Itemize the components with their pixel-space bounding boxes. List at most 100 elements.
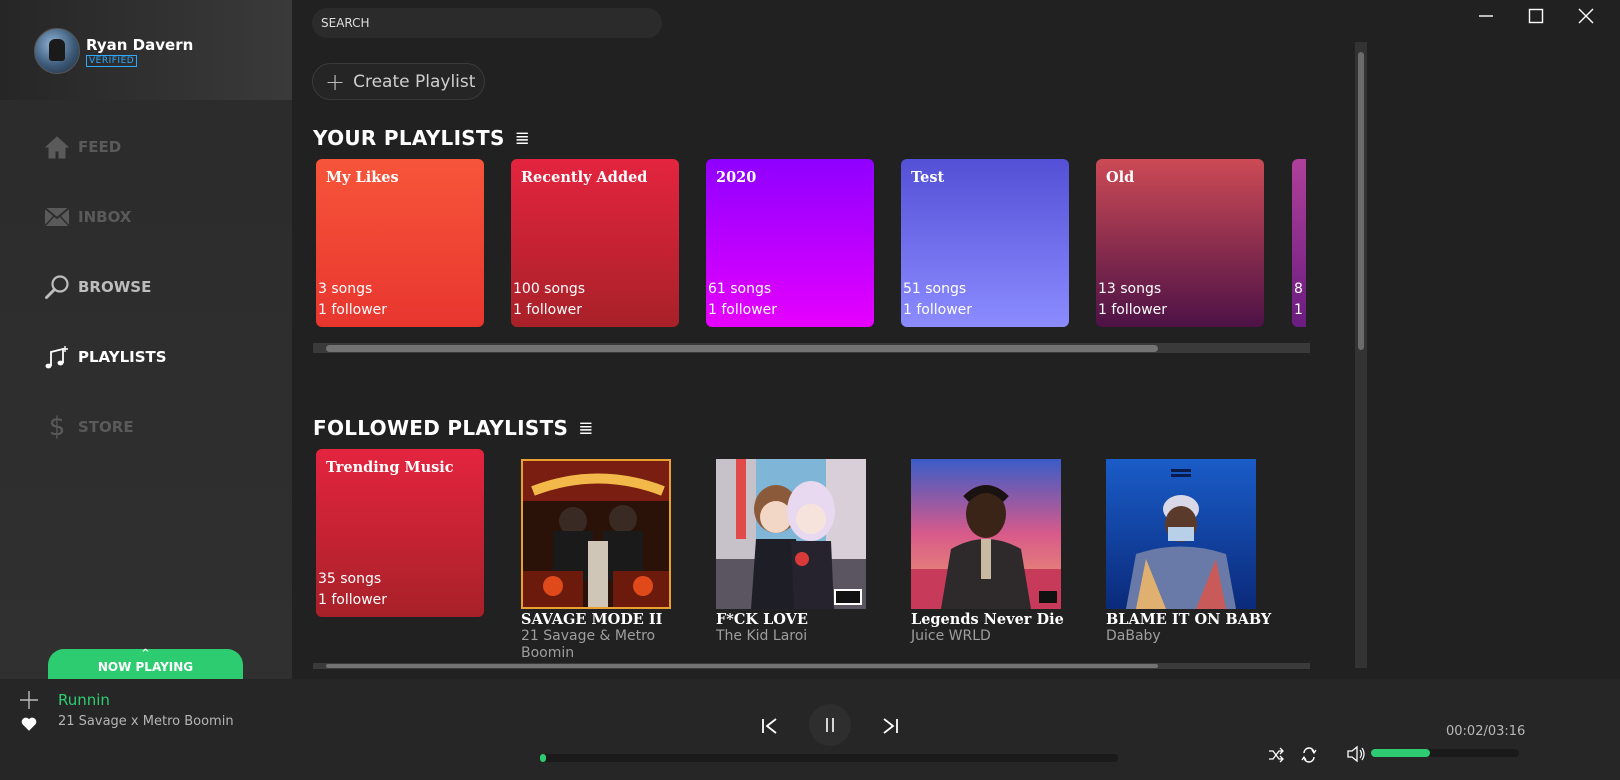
sidebar: Ryan Davern VERIFIED FEED INBOX BROWSE P…: [0, 0, 292, 679]
album-art-savage-mode-ii[interactable]: [521, 459, 671, 609]
home-icon: [44, 134, 70, 160]
create-playlist-label: Create Playlist: [353, 71, 476, 92]
album-title[interactable]: SAVAGE MODE II: [521, 611, 662, 628]
partial-playlist-card[interactable]: 8 1: [1292, 159, 1306, 327]
repeat-icon: [1301, 747, 1317, 763]
add-to-playlist-button[interactable]: [18, 689, 40, 711]
playlist-followers: 1 follower: [318, 592, 388, 608]
section-title-text: FOLLOWED PLAYLISTS: [313, 416, 569, 440]
horizontal-scrollbar[interactable]: [313, 343, 1310, 353]
sidebar-item-playlists[interactable]: PLAYLISTS: [44, 342, 167, 372]
skip-next-icon: [883, 718, 898, 734]
pause-icon: [826, 718, 834, 732]
playlist-title: My Likes: [326, 169, 399, 186]
progress-fill: [540, 754, 546, 762]
sidebar-item-label: PLAYLISTS: [78, 348, 167, 366]
playlist-card-trending[interactable]: Trending Music 35 songs 1 follower: [316, 449, 484, 617]
followed-playlists-heading: FOLLOWED PLAYLISTS ≣: [313, 416, 594, 440]
like-button[interactable]: [20, 715, 38, 733]
playlist-followers: 1 follower: [318, 302, 388, 318]
playlist-songs: 100 songs: [513, 281, 586, 297]
maximize-icon: [1528, 8, 1544, 24]
playlist-title: Recently Added: [521, 169, 648, 186]
main-content: + Create Playlist YOUR PLAYLISTS ≣ My Li…: [292, 0, 1620, 679]
album-art-blame-it-on-baby[interactable]: [1106, 459, 1256, 609]
playlist-followers: 1 follower: [708, 302, 778, 318]
scrollbar-thumb[interactable]: [1358, 52, 1364, 350]
heart-icon: [21, 717, 37, 731]
album-art-legends-never-die[interactable]: [911, 459, 1061, 609]
profile-header[interactable]: Ryan Davern VERIFIED: [0, 0, 292, 100]
your-playlists-heading: YOUR PLAYLISTS ≣: [313, 126, 530, 150]
playlist-songs: 8: [1294, 281, 1303, 297]
album-artist[interactable]: DaBaby: [1106, 628, 1266, 645]
playlist-followers: 1 follower: [513, 302, 583, 318]
now-playing-tab[interactable]: ^ NOW PLAYING: [48, 648, 243, 679]
shuffle-button[interactable]: [1266, 745, 1286, 765]
minimize-icon: [1479, 15, 1493, 17]
playlist-card[interactable]: Old 13 songs 1 follower: [1096, 159, 1264, 327]
playlist-songs: 13 songs: [1098, 281, 1162, 297]
search-input[interactable]: [312, 8, 662, 38]
player-bar: Runnin 21 Savage x Metro Boomin 00:02/03…: [0, 679, 1620, 780]
close-icon: [1578, 8, 1594, 24]
album-artist[interactable]: Juice WRLD: [911, 628, 1071, 645]
music-app: Ryan Davern VERIFIED FEED INBOX BROWSE P…: [0, 0, 1620, 780]
sidebar-item-store[interactable]: $ STORE: [44, 412, 134, 442]
volume-slider[interactable]: [1371, 749, 1519, 757]
volume-icon: [1347, 745, 1365, 763]
track-title[interactable]: Runnin: [58, 691, 110, 709]
mail-icon: [44, 204, 70, 230]
plus-icon: [20, 691, 38, 709]
playlist-songs: 51 songs: [903, 281, 967, 297]
chevron-up-icon: ^: [141, 648, 150, 659]
skip-previous-icon: [762, 718, 777, 734]
next-button[interactable]: [878, 714, 902, 738]
album-title[interactable]: F*CK LOVE: [716, 611, 808, 628]
list-view-icon[interactable]: ≣: [515, 128, 530, 149]
previous-button[interactable]: [758, 714, 782, 738]
sidebar-item-browse[interactable]: BROWSE: [44, 272, 151, 302]
repeat-button[interactable]: [1299, 745, 1319, 765]
playlist-card[interactable]: 2020 61 songs 1 follower: [706, 159, 874, 327]
track-artist[interactable]: 21 Savage x Metro Boomin: [58, 714, 234, 729]
playback-progress-bar[interactable]: [540, 754, 1118, 762]
album-title[interactable]: Legends Never Die: [911, 611, 1064, 628]
minimize-button[interactable]: [1466, 4, 1506, 28]
sidebar-item-feed[interactable]: FEED: [44, 132, 121, 162]
close-button[interactable]: [1566, 4, 1606, 28]
dollar-icon: $: [48, 412, 66, 442]
sidebar-item-label: BROWSE: [78, 278, 152, 296]
playlist-followers: 1 follower: [903, 302, 973, 318]
scrollbar-thumb[interactable]: [326, 664, 1158, 668]
album-art-fck-love[interactable]: [716, 459, 866, 609]
maximize-button[interactable]: [1516, 4, 1556, 28]
volume-button[interactable]: [1344, 743, 1368, 765]
playlist-icon: [44, 344, 70, 370]
section-title-text: YOUR PLAYLISTS: [313, 126, 505, 150]
playlist-title: 2020: [716, 169, 757, 186]
vertical-scrollbar[interactable]: [1355, 42, 1367, 668]
avatar[interactable]: [34, 28, 80, 74]
playlist-songs: 61 songs: [708, 281, 772, 297]
sidebar-item-label: STORE: [78, 418, 134, 436]
pause-button[interactable]: [809, 704, 851, 746]
album-artist[interactable]: The Kid Laroi: [716, 628, 876, 645]
album-title[interactable]: BLAME IT ON BABY: [1106, 611, 1271, 628]
playlist-title: Old: [1106, 169, 1135, 186]
playlist-card[interactable]: Test 51 songs 1 follower: [901, 159, 1069, 327]
playlist-card[interactable]: My Likes 3 songs 1 follower: [316, 159, 484, 327]
plus-icon: +: [325, 67, 346, 96]
horizontal-scrollbar[interactable]: [313, 663, 1310, 669]
playlist-title: Test: [911, 169, 945, 186]
playlist-songs: 35 songs: [318, 571, 382, 587]
playlist-card[interactable]: Recently Added 100 songs 1 follower: [511, 159, 679, 327]
sidebar-item-inbox[interactable]: INBOX: [44, 202, 131, 232]
album-artist[interactable]: 21 Savage & Metro Boomin: [521, 628, 681, 662]
scrollbar-thumb[interactable]: [326, 345, 1158, 352]
verified-badge: VERIFIED: [86, 55, 138, 67]
playlist-songs: 3 songs: [318, 281, 373, 297]
playlist-followers: 1 follower: [1098, 302, 1168, 318]
list-view-icon[interactable]: ≣: [578, 418, 593, 439]
create-playlist-button[interactable]: + Create Playlist: [312, 63, 485, 100]
